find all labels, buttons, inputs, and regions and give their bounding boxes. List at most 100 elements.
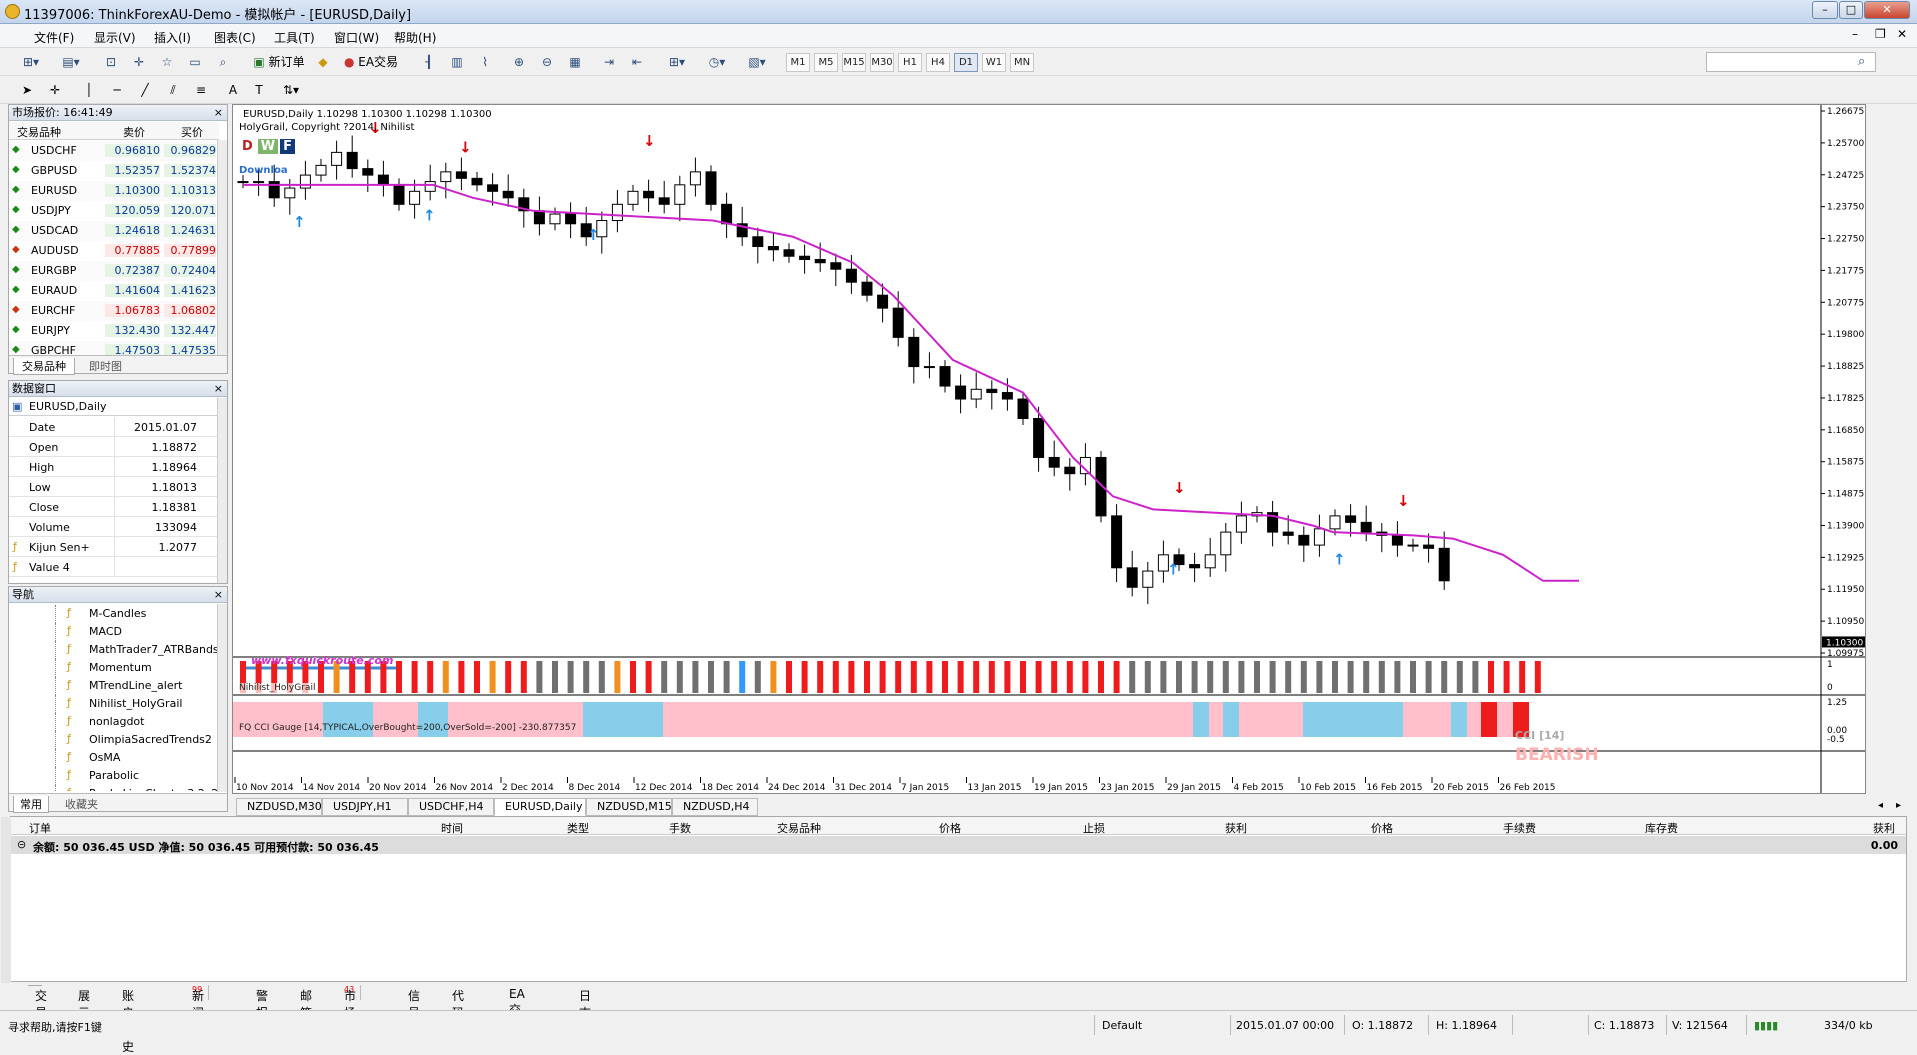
bar-chart-icon[interactable]: ┨ xyxy=(418,52,440,72)
profiles-icon[interactable]: ▤▾ xyxy=(54,52,88,72)
data-window-close-icon[interactable]: × xyxy=(214,381,223,396)
child-close-button[interactable]: ✕ xyxy=(1897,27,1907,41)
chart-shift-icon[interactable]: ⇤ xyxy=(626,52,648,72)
trendline-icon[interactable]: ╱ xyxy=(134,80,156,100)
crosshair-icon[interactable]: ✛ xyxy=(44,80,66,100)
col-lots[interactable]: 手数 xyxy=(669,820,691,836)
chart-tab[interactable]: NZDUSD,H4 xyxy=(672,798,758,816)
tf-m30[interactable]: M30 xyxy=(870,53,894,72)
periods-icon[interactable]: ◷▾ xyxy=(700,52,734,72)
tab-favorites[interactable]: 收藏夹 xyxy=(65,796,98,812)
vertical-line-icon[interactable]: │ xyxy=(78,80,100,100)
zoom-out-icon[interactable]: ⊖ xyxy=(536,52,558,72)
col-tp[interactable]: 获利 xyxy=(1225,820,1247,836)
metaeditor-icon[interactable]: ◆ xyxy=(312,52,334,72)
close-button[interactable]: ✕ xyxy=(1864,1,1910,19)
tf-w1[interactable]: W1 xyxy=(982,53,1006,72)
tf-m5[interactable]: M5 xyxy=(814,53,838,72)
col-bid[interactable]: 卖价 xyxy=(123,124,145,140)
market-watch-close-icon[interactable]: × xyxy=(214,105,223,120)
fibonacci-icon[interactable]: ≡ xyxy=(190,80,212,100)
menu-charts[interactable]: 图表(C) xyxy=(214,29,256,46)
col-price[interactable]: 价格 xyxy=(939,820,961,836)
price-chart[interactable]: 1.26675 1.25700 1.24725 1.23750 1.22750 1.217… xyxy=(233,105,1865,793)
cursor-icon[interactable]: ➤ xyxy=(16,80,38,100)
download-link[interactable]: Downloa xyxy=(239,165,288,176)
maximize-button[interactable]: □ xyxy=(1839,1,1863,19)
new-order-button[interactable]: ▣ 新订单 xyxy=(248,52,310,72)
new-chart-icon[interactable]: ⊞▾ xyxy=(14,52,48,72)
zoom-in-icon[interactable]: ⊕ xyxy=(508,52,530,72)
market-watch-row[interactable]: ◆ USDCAD 1.24618 1.24631 xyxy=(9,221,219,241)
tf-m15[interactable]: M15 xyxy=(842,53,866,72)
chart-window[interactable]: 1.26675 1.25700 1.24725 1.23750 1.22750 1.217… xyxy=(232,104,1866,794)
tf-h1[interactable]: H1 xyxy=(898,53,922,72)
tf-h4[interactable]: H4 xyxy=(926,53,950,72)
market-watch-row[interactable]: ◆ AUDUSD 0.77885 0.77899 xyxy=(9,241,219,261)
chart-tab[interactable]: USDCHF,H4 xyxy=(408,798,494,816)
terminal-tab[interactable]: 市场43 xyxy=(338,985,362,1020)
col-ask[interactable]: 买价 xyxy=(181,124,203,140)
menu-help[interactable]: 帮助(H) xyxy=(394,29,436,46)
col-price2[interactable]: 价格 xyxy=(1371,820,1393,836)
menu-window[interactable]: 窗口(W) xyxy=(334,29,379,46)
strategy-tester-icon[interactable]: ⌕ xyxy=(212,52,234,72)
col-type[interactable]: 类型 xyxy=(567,820,589,836)
candlestick-icon[interactable]: ▥ xyxy=(446,52,468,72)
chart-tab[interactable]: USDJPY,H1 xyxy=(322,798,408,816)
market-watch-row[interactable]: ◆ EURUSD 1.10300 1.10313 xyxy=(9,181,219,201)
col-time[interactable]: 时间 xyxy=(441,820,463,836)
menu-tools[interactable]: 工具(T) xyxy=(274,29,315,46)
col-commission[interactable]: 手续费 xyxy=(1503,820,1536,836)
tab-symbols[interactable]: 交易品种 xyxy=(13,358,75,375)
chart-tab[interactable]: NZDUSD,M30 xyxy=(236,798,322,816)
chart-tab[interactable]: EURUSD,Daily xyxy=(494,798,586,816)
col-sl[interactable]: 止损 xyxy=(1083,820,1105,836)
chart-tabs-right-icon[interactable]: ▸ xyxy=(1896,800,1901,811)
col-symbol-t[interactable]: 交易品种 xyxy=(777,820,821,836)
arrows-icon[interactable]: ⇅▾ xyxy=(276,80,306,100)
col-symbol[interactable]: 交易品种 xyxy=(17,124,61,140)
minimize-button[interactable]: – xyxy=(1812,1,1838,19)
market-watch-row[interactable]: ◆ EURGBP 0.72387 0.72404 xyxy=(9,261,219,281)
menu-insert[interactable]: 插入(I) xyxy=(154,29,191,46)
tab-tick-chart[interactable]: 即时图 xyxy=(89,358,122,374)
terminal-icon[interactable]: ▭ xyxy=(184,52,206,72)
search-input[interactable] xyxy=(1706,52,1876,72)
market-watch-icon[interactable]: ⊡ xyxy=(100,52,122,72)
text-icon[interactable]: A xyxy=(222,80,244,100)
market-watch-row[interactable]: ◆ GBPUSD 1.52357 1.52374 xyxy=(9,161,219,181)
horizontal-line-icon[interactable]: ─ xyxy=(106,80,128,100)
col-profit[interactable]: 获利 xyxy=(1873,820,1895,836)
col-order[interactable]: 订单 xyxy=(29,820,51,836)
tf-d1[interactable]: D1 xyxy=(954,53,978,72)
terminal-tab[interactable]: 交易 xyxy=(28,985,47,1020)
navigator-close-icon[interactable]: × xyxy=(214,587,223,602)
market-watch-row[interactable]: ◆ GBPCHF 1.47503 1.47535 xyxy=(9,341,219,355)
market-watch-scrollbar[interactable] xyxy=(217,140,227,355)
tf-m1[interactable]: M1 xyxy=(786,53,810,72)
chart-tabs-left-icon[interactable]: ◂ xyxy=(1878,800,1883,811)
tile-windows-icon[interactable]: ▦ xyxy=(564,52,586,72)
navigator-icon[interactable]: ☆ xyxy=(156,52,178,72)
terminal-tab[interactable]: 新闻99 xyxy=(186,985,210,1020)
chart-tab[interactable]: NZDUSD,M15 xyxy=(586,798,672,816)
navigator-scrollbar[interactable] xyxy=(217,604,227,792)
text-label-icon[interactable]: T xyxy=(248,80,270,100)
crosshair-nav-icon[interactable]: ✛ xyxy=(128,52,150,72)
autoscroll-icon[interactable]: ⇥ xyxy=(598,52,620,72)
tab-common[interactable]: 常用 xyxy=(13,796,49,813)
child-restore-button[interactable]: ❐ xyxy=(1875,27,1886,41)
templates-icon[interactable]: ▧▾ xyxy=(740,52,774,72)
watermark-link[interactable]: www.fxquickroute.com xyxy=(251,654,393,667)
search-icon[interactable]: ⌕ xyxy=(1858,54,1865,69)
data-window-scrollbar[interactable] xyxy=(217,398,227,583)
market-watch-row[interactable]: ◆ USDCHF 0.96810 0.96829 xyxy=(9,141,219,161)
menu-view[interactable]: 显示(V) xyxy=(94,29,136,46)
col-swap[interactable]: 库存费 xyxy=(1645,820,1678,836)
status-profile[interactable]: Default xyxy=(1102,1019,1142,1032)
menu-file[interactable]: 文件(F) xyxy=(34,29,74,46)
market-watch-row[interactable]: ◆ EURAUD 1.41604 1.41623 xyxy=(9,281,219,301)
market-watch-row[interactable]: ◆ EURJPY 132.430 132.447 xyxy=(9,321,219,341)
child-minimize-button[interactable]: – xyxy=(1852,27,1858,41)
